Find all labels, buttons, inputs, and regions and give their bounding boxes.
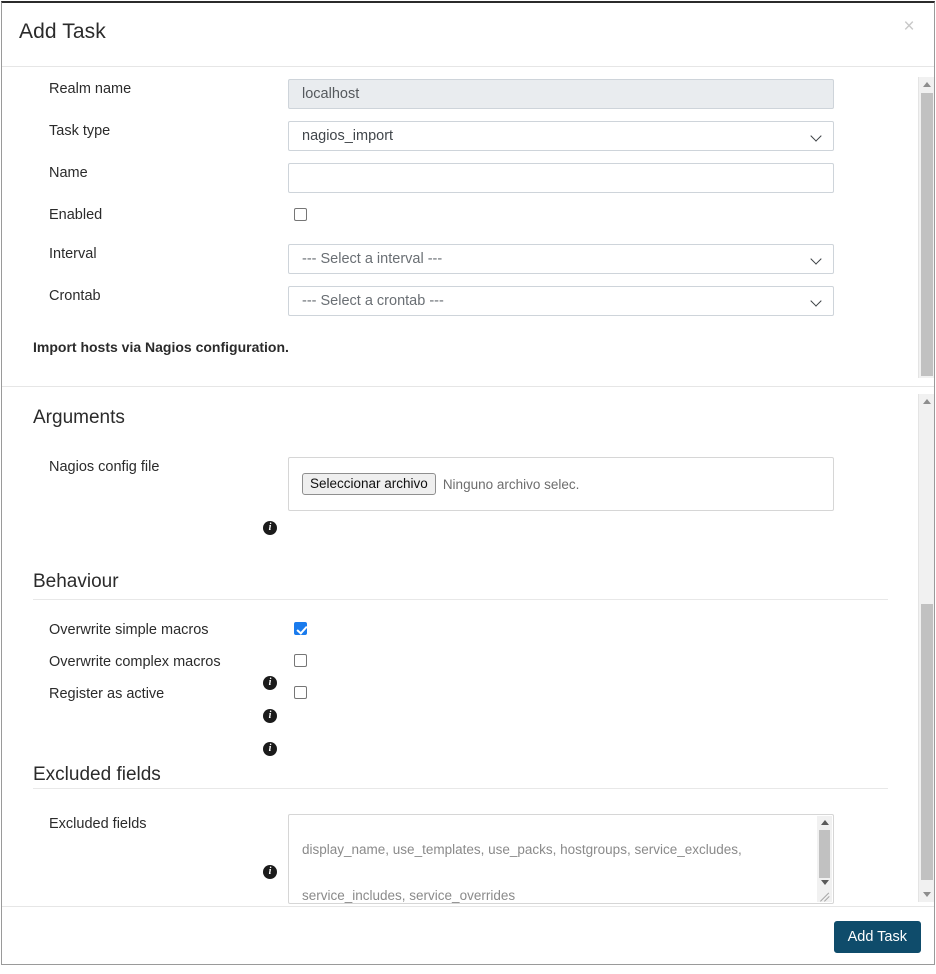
field-row-excluded: Excluded fields display_name, use_templa… <box>2 814 934 904</box>
field-row-realm: Realm name <box>2 79 934 109</box>
realm-label: Realm name <box>49 81 132 97</box>
field-row-overwrite-simple: Overwrite simple macros <box>2 620 934 640</box>
task-type-control <box>288 121 834 151</box>
register-active-checkbox[interactable] <box>294 686 307 699</box>
base-fields-pane: Realm name Task type Name <box>2 67 934 387</box>
close-icon[interactable]: × <box>896 14 922 40</box>
section-divider <box>33 788 888 789</box>
scroll-up-icon[interactable] <box>919 77 934 92</box>
scroll-up-icon[interactable] <box>817 816 832 829</box>
realm-control <box>288 79 834 109</box>
overwrite-complex-control <box>288 652 834 667</box>
add-task-dialog: Add Task × Realm name Task type <box>1 1 935 965</box>
overwrite-simple-control <box>288 620 834 635</box>
task-type-label: Task type <box>49 123 111 139</box>
add-task-button[interactable]: Add Task <box>833 921 921 953</box>
sections-pane-scrollbar[interactable] <box>918 394 934 902</box>
overwrite-complex-checkbox[interactable] <box>294 654 307 667</box>
scrollbar-thumb[interactable] <box>921 93 933 376</box>
scrollbar-thumb[interactable] <box>921 604 933 880</box>
page-title: Add Task <box>19 20 106 43</box>
config-file-control: Seleccionar archivo Ninguno archivo sele… <box>288 457 834 511</box>
config-file-label: Nagios config file <box>49 459 160 475</box>
scroll-down-icon[interactable] <box>919 887 934 902</box>
field-row-overwrite-complex: Overwrite complex macros <box>2 652 934 672</box>
info-icon[interactable]: i <box>263 521 277 535</box>
scroll-up-icon[interactable] <box>919 394 934 409</box>
section-heading-excluded: Excluded fields <box>33 764 161 785</box>
file-input-box[interactable]: Seleccionar archivo Ninguno archivo sele… <box>288 457 834 511</box>
field-row-name: Name <box>2 163 934 193</box>
choose-file-button[interactable]: Seleccionar archivo <box>302 473 436 495</box>
screen: Add Task × Realm name Task type <box>0 0 936 974</box>
field-row-enabled: Enabled <box>2 205 934 225</box>
enabled-label: Enabled <box>49 207 103 223</box>
register-active-control <box>288 684 834 699</box>
crontab-select[interactable] <box>288 286 834 316</box>
field-row-register-active: Register as active <box>2 684 934 704</box>
scrollbar-thumb[interactable] <box>819 830 830 878</box>
excluded-label: Excluded fields <box>49 816 147 832</box>
enabled-control <box>288 205 834 221</box>
top-pane-scrollbar[interactable] <box>918 77 934 378</box>
scroll-down-icon[interactable] <box>817 876 832 889</box>
sections-pane: Arguments Nagios config file Seleccionar… <box>2 388 934 906</box>
dialog-body: Realm name Task type Name <box>2 67 934 906</box>
field-row-task-type: Task type <box>2 121 934 151</box>
name-input[interactable] <box>288 163 834 193</box>
task-type-select[interactable] <box>288 121 834 151</box>
overwrite-simple-checkbox[interactable] <box>294 622 307 635</box>
section-heading-arguments: Arguments <box>33 407 125 428</box>
enabled-checkbox[interactable] <box>294 208 307 221</box>
realm-input[interactable] <box>288 79 834 109</box>
interval-control <box>288 244 834 274</box>
dialog-header: Add Task × <box>2 3 934 67</box>
task-description: Import hosts via Nagios configuration. <box>33 339 289 355</box>
file-status-text: Ninguno archivo selec. <box>442 476 580 492</box>
overwrite-simple-label: Overwrite simple macros <box>49 622 209 638</box>
name-label: Name <box>49 165 88 181</box>
field-row-crontab: Crontab <box>2 286 934 316</box>
crontab-label: Crontab <box>49 288 101 304</box>
field-row-config-file: Nagios config file Seleccionar archivo N… <box>2 457 934 511</box>
section-heading-behaviour: Behaviour <box>33 571 119 592</box>
info-icon[interactable]: i <box>263 742 277 756</box>
overwrite-complex-label: Overwrite complex macros <box>49 654 221 670</box>
info-icon[interactable]: i <box>263 865 277 879</box>
excluded-textarea[interactable]: display_name, use_templates, use_packs, … <box>288 814 834 904</box>
name-control <box>288 163 834 193</box>
excluded-control: display_name, use_templates, use_packs, … <box>288 814 834 904</box>
crontab-control <box>288 286 834 316</box>
interval-label: Interval <box>49 246 97 262</box>
register-active-label: Register as active <box>49 686 165 702</box>
section-divider <box>33 599 888 600</box>
field-row-interval: Interval <box>2 244 934 274</box>
dialog-footer: Add Task <box>2 906 934 964</box>
interval-select[interactable] <box>288 244 834 274</box>
info-icon[interactable]: i <box>263 709 277 723</box>
resize-handle-icon[interactable] <box>819 889 832 902</box>
